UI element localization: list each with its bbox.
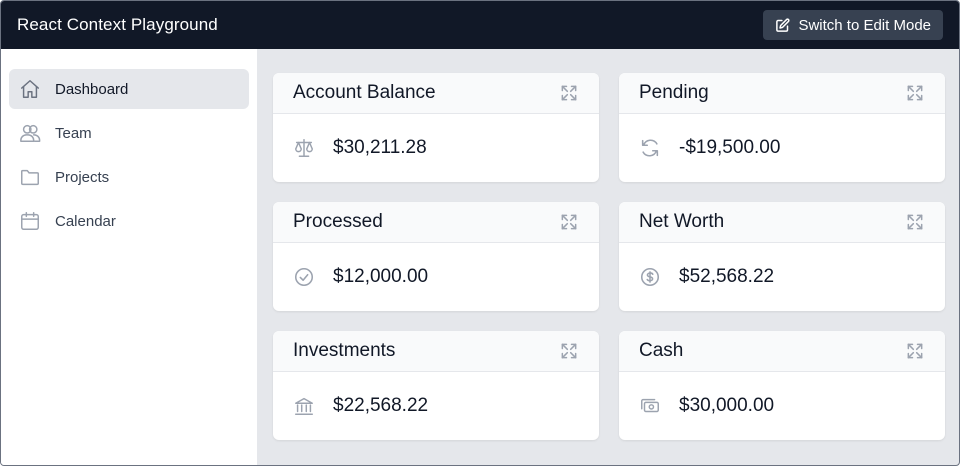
edit-icon [776, 17, 790, 32]
sidebar-item-label: Team [55, 124, 92, 142]
card-body: -$19,500.00 [619, 114, 945, 182]
switch-edit-mode-button[interactable]: Switch to Edit Mode [763, 10, 943, 40]
cash-card: Cash $30,000.00 [619, 331, 945, 440]
card-body: $12,000.00 [273, 243, 599, 311]
folder-icon [21, 169, 39, 186]
sidebar-item-projects[interactable]: Projects [9, 157, 249, 197]
sidebar-item-label: Projects [55, 168, 110, 186]
expand-icon[interactable] [559, 83, 579, 103]
card-body: $22,568.22 [273, 372, 599, 440]
cash-icon [641, 398, 659, 413]
sidebar-item-dashboard[interactable]: Dashboard [9, 69, 249, 109]
calendar-icon [21, 212, 39, 230]
home-icon [21, 80, 39, 98]
card-value: $30,211.28 [333, 137, 427, 158]
card-title: Processed [293, 211, 383, 232]
card-title: Cash [639, 340, 684, 361]
card-value: $52,568.22 [679, 266, 775, 287]
sidebar-item-calendar[interactable]: Calendar [9, 201, 249, 241]
card-header: Account Balance [273, 73, 599, 114]
bank-icon [295, 397, 313, 415]
expand-icon[interactable] [905, 212, 925, 232]
sidebar-item-team[interactable]: Team [9, 113, 249, 153]
card-value: $30,000.00 [679, 395, 775, 416]
card-header: Net Worth [619, 202, 945, 243]
card-body: $52,568.22 [619, 243, 945, 311]
expand-icon[interactable] [905, 83, 925, 103]
card-title: Account Balance [293, 82, 436, 103]
processed-card: Processed $12,000.00 [273, 202, 599, 311]
sidebar: Dashboard Team Projects Calendar [1, 49, 257, 465]
card-value: $12,000.00 [333, 266, 429, 287]
scale-icon [295, 139, 313, 157]
card-title: Pending [639, 82, 709, 103]
expand-icon[interactable] [559, 212, 579, 232]
card-title: Investments [293, 340, 396, 361]
card-value: -$19,500.00 [679, 137, 781, 158]
investments-card: Investments $22,568.22 [273, 331, 599, 440]
refresh-icon [641, 139, 659, 157]
card-body: $30,000.00 [619, 372, 945, 440]
dollar-circle-icon [640, 267, 660, 287]
card-body: $30,211.28 [273, 114, 599, 182]
account-balance-card: Account Balance $30,211.28 [273, 73, 599, 182]
pending-card: Pending -$19,500.00 [619, 73, 945, 182]
top-bar: React Context Playground Switch to Edit … [1, 1, 959, 49]
card-value: $22,568.22 [333, 395, 429, 416]
card-header: Investments [273, 331, 599, 372]
card-header: Processed [273, 202, 599, 243]
net-worth-card: Net Worth $52,568.22 [619, 202, 945, 311]
expand-icon[interactable] [559, 341, 579, 361]
switch-edit-mode-label: Switch to Edit Mode [798, 16, 931, 34]
dashboard-grid: Account Balance $30,211.28 Pending -$19,… [257, 49, 959, 465]
app-title: React Context Playground [17, 15, 218, 34]
card-header: Pending [619, 73, 945, 114]
expand-icon[interactable] [905, 341, 925, 361]
sidebar-item-label: Calendar [55, 212, 116, 230]
card-header: Cash [619, 331, 945, 372]
sidebar-item-label: Dashboard [55, 80, 129, 98]
users-icon [20, 124, 41, 142]
card-title: Net Worth [639, 211, 725, 232]
app-window: React Context Playground Switch to Edit … [0, 0, 960, 466]
check-circle-icon [294, 267, 314, 287]
